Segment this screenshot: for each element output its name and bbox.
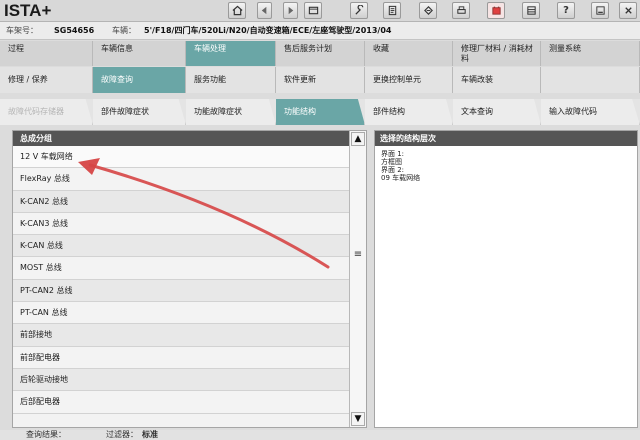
list-item[interactable]: PT-CAN2 总线 xyxy=(13,279,349,303)
battery-icon[interactable] xyxy=(487,2,505,19)
scroll-up-icon[interactable]: ▲ xyxy=(351,132,365,146)
vehicle-value: 5'/F18/四门车/520Li/N20/自动变速箱/ECE/左座驾驶型/201… xyxy=(144,26,392,35)
structure-level-header: 选择的结构层次 xyxy=(375,131,637,146)
tab-repair-maintenance[interactable]: 修理 / 保养 xyxy=(0,67,93,93)
status-bar: 查询结果： 过滤器： 标准 xyxy=(0,430,640,440)
back-icon[interactable] xyxy=(257,2,272,19)
tag-icon[interactable] xyxy=(419,2,437,19)
tab-fault-query[interactable]: 故障查询 xyxy=(93,67,186,93)
filter-value[interactable]: 标准 xyxy=(142,430,158,440)
forward-icon[interactable] xyxy=(283,2,298,19)
list-item[interactable]: K-CAN2 总线 xyxy=(13,190,349,213)
close-icon[interactable] xyxy=(619,2,637,19)
result-label: 查询结果： xyxy=(26,430,66,439)
tab-measuring-system[interactable]: 测量系统 xyxy=(541,41,640,66)
tab-vehicle-processing[interactable]: 车辆处理 xyxy=(186,41,276,66)
tab-workshop-materials[interactable]: 修理厂材料 / 消耗材料 xyxy=(453,41,541,66)
tab-component-symptoms[interactable]: 部件故障症状 xyxy=(93,99,186,125)
tab-empty xyxy=(541,67,640,93)
list-item[interactable]: K-CAN3 总线 xyxy=(13,212,349,236)
query-tabs: 故障代码存储器 部件故障症状 功能故障症状 功能结构 部件结构 文本查询 输入故… xyxy=(0,99,640,125)
assembly-group-list: 12 V 车载网络 FlexRay 总线 K-CAN2 总线 K-CAN3 总线… xyxy=(13,146,349,427)
structure-level-panel: 选择的结构层次 界面 1: 方框图 界面 2: 09 车载网络 xyxy=(374,130,638,428)
tab-vehicle-info[interactable]: 车辆信息 xyxy=(93,41,186,66)
tab-software-update[interactable]: 软件更新 xyxy=(276,67,365,93)
minimize-icon[interactable] xyxy=(591,2,609,19)
filter-label: 过滤器： xyxy=(106,430,138,439)
detail-line: 界面 1: xyxy=(381,150,405,158)
detail-line: 方框图 xyxy=(381,158,402,166)
list-item[interactable]: PT-CAN 总线 xyxy=(13,302,349,325)
tab-fault-memory[interactable]: 故障代码存储器 xyxy=(0,99,93,125)
main-nav: 过程 车辆信息 车辆处理 售后服务计划 收藏 修理厂材料 / 消耗材料 测量系统 xyxy=(0,41,640,66)
window-icon[interactable] xyxy=(304,2,322,19)
list-item[interactable]: 前部接地 xyxy=(13,324,349,347)
list-scrollbar[interactable]: ▲ ≡ ▼ xyxy=(349,131,366,427)
tab-text-search[interactable]: 文本查询 xyxy=(453,99,541,125)
list-item[interactable]: MOST 总线 xyxy=(13,257,349,280)
tab-function-symptoms[interactable]: 功能故障症状 xyxy=(186,99,276,125)
vin-label: 车架号： xyxy=(6,26,38,35)
tab-enter-fault-code[interactable]: 输入故障代码 xyxy=(541,99,640,125)
tab-vehicle-modification[interactable]: 车辆改装 xyxy=(453,67,541,93)
workshop-icon[interactable] xyxy=(522,2,540,19)
detail-line: 界面 2: xyxy=(381,166,405,174)
tab-component-structure[interactable]: 部件结构 xyxy=(365,99,453,125)
tab-favorites[interactable]: 收藏 xyxy=(365,41,453,66)
list-item[interactable]: 前部配电器 xyxy=(13,346,349,369)
list-item[interactable]: 后轮驱动接地 xyxy=(13,368,349,392)
title-bar: ISTA+ ? xyxy=(0,0,640,22)
vehicle-label: 车辆： xyxy=(112,26,136,35)
list-item[interactable]: K-CAN 总线 xyxy=(13,235,349,258)
detail-line: 09 车载网络 xyxy=(381,174,421,182)
assembly-group-panel: 总成分组 12 V 车载网络 FlexRay 总线 K-CAN2 总线 K-CA… xyxy=(12,130,367,428)
tab-service-plan[interactable]: 售后服务计划 xyxy=(276,41,365,66)
sub-nav: 修理 / 保养 故障查询 服务功能 软件更新 更换控制单元 车辆改装 xyxy=(0,67,640,93)
structure-level-details: 界面 1: 方框图 界面 2: 09 车载网络 xyxy=(375,146,637,182)
scroll-thumb-icon[interactable]: ≡ xyxy=(352,248,364,262)
home-icon[interactable] xyxy=(228,2,246,19)
vehicle-info-bar: 车架号： SG54656 车辆： 5'/F18/四门车/520Li/N20/自动… xyxy=(0,22,640,40)
list-item[interactable]: 12 V 车载网络 xyxy=(13,146,349,169)
document-icon[interactable] xyxy=(383,2,401,19)
vin-value: SG54656 xyxy=(54,26,95,35)
assembly-group-header: 总成分组 xyxy=(13,131,366,146)
scroll-down-icon[interactable]: ▼ xyxy=(351,412,365,426)
tab-process[interactable]: 过程 xyxy=(0,41,93,66)
help-icon[interactable]: ? xyxy=(557,2,575,19)
app-title: ISTA+ xyxy=(4,1,52,20)
tab-function-structure[interactable]: 功能结构 xyxy=(276,99,365,125)
tab-replace-control-unit[interactable]: 更换控制单元 xyxy=(365,67,453,93)
tab-service-functions[interactable]: 服务功能 xyxy=(186,67,276,93)
print-icon[interactable] xyxy=(452,2,470,19)
list-item[interactable]: 后部配电器 xyxy=(13,391,349,414)
wrench-icon[interactable] xyxy=(350,2,368,19)
list-item[interactable]: FlexRay 总线 xyxy=(13,168,349,191)
